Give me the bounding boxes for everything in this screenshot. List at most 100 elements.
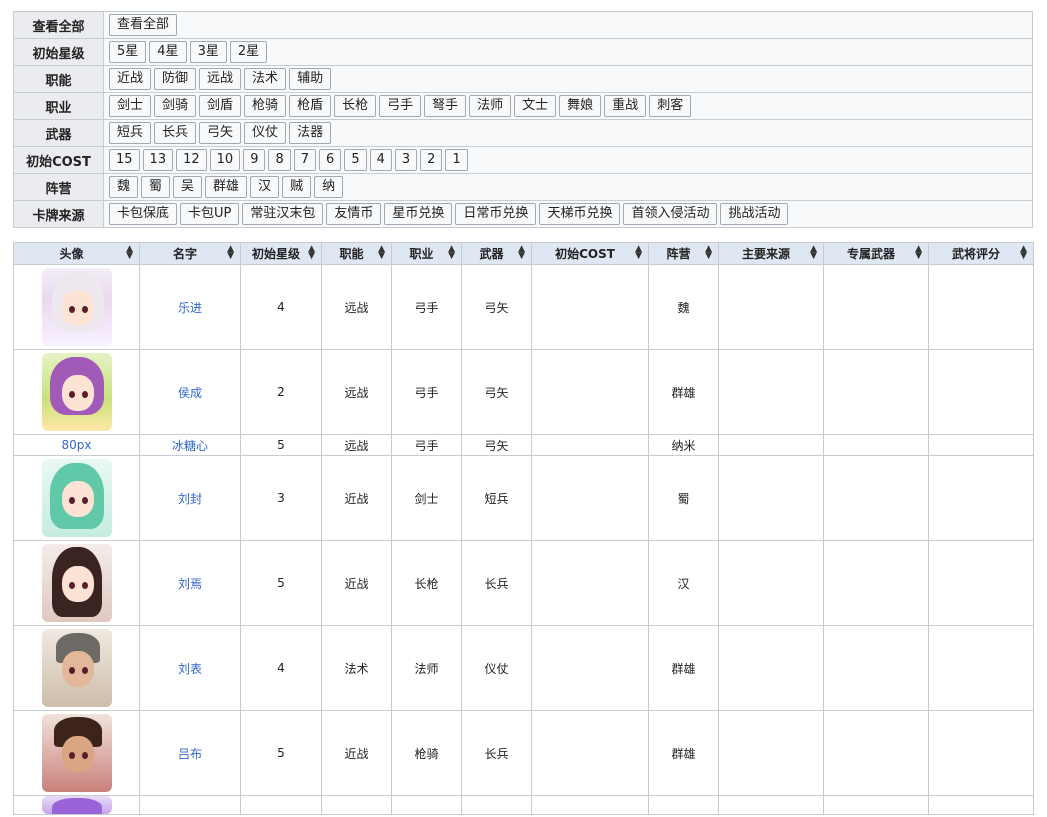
column-header[interactable]: 职能 ▲ ▼: [321, 242, 392, 265]
character-name-link[interactable]: 冰糖心: [172, 439, 208, 453]
cell-star: 4: [240, 625, 322, 711]
cell-star: 3: [240, 455, 322, 541]
filter-button-class[interactable]: 重战: [604, 95, 647, 117]
filter-button-weapon[interactable]: 仪仗: [244, 122, 287, 144]
filter-button-all[interactable]: 查看全部: [109, 14, 178, 36]
column-header[interactable]: 初始COST ▲ ▼: [531, 242, 649, 265]
column-header[interactable]: 职业 ▲ ▼: [391, 242, 462, 265]
column-header[interactable]: 主要来源 ▲ ▼: [718, 242, 824, 265]
filter-button-role[interactable]: 辅助: [289, 68, 332, 90]
filter-button-cost[interactable]: 3: [394, 149, 418, 171]
filter-button-role[interactable]: 防御: [154, 68, 197, 90]
filter-button-cost[interactable]: 8: [268, 149, 291, 171]
filter-button-weapon[interactable]: 长兵: [154, 122, 197, 144]
avatar[interactable]: [41, 714, 112, 792]
filter-button-source[interactable]: 卡包保底: [109, 203, 178, 225]
filter-button-cost[interactable]: 12: [176, 149, 207, 171]
filter-row-role: 职能 近战 防御 远战 法术 辅助: [13, 65, 1033, 93]
filter-button-role[interactable]: 法术: [244, 68, 287, 90]
column-header[interactable]: 头像 ▲ ▼: [13, 242, 140, 265]
filter-button-cost[interactable]: 9: [243, 149, 266, 171]
avatar[interactable]: [41, 629, 112, 707]
filter-button-faction[interactable]: 魏: [109, 176, 139, 198]
filter-button-star[interactable]: 4星: [149, 41, 187, 63]
filter-button-cost[interactable]: 4: [369, 149, 392, 171]
filter-button-cost[interactable]: 1: [445, 149, 468, 171]
filter-button-cost[interactable]: 10: [209, 149, 241, 171]
character-name-link[interactable]: 刘封: [178, 492, 202, 506]
avatar[interactable]: [41, 353, 112, 431]
avatar-cell: [13, 264, 140, 350]
filter-button-class[interactable]: 舞娘: [559, 95, 602, 117]
filter-button-class[interactable]: 枪骑: [244, 95, 287, 117]
filter-button-class[interactable]: 剑士: [109, 95, 152, 117]
column-header[interactable]: 名字 ▲ ▼: [139, 242, 241, 265]
cell-weapon: 弓矢: [461, 349, 532, 435]
column-header[interactable]: 武将评分 ▲ ▼: [928, 242, 1034, 265]
filter-button-class[interactable]: 长枪: [334, 95, 377, 117]
filter-button-source[interactable]: 常驻汉末包: [242, 203, 324, 225]
filter-button-class[interactable]: 刺客: [649, 95, 692, 117]
character-name-link[interactable]: 刘表: [178, 662, 202, 676]
filter-label-cost: 初始COST: [13, 146, 104, 174]
cell-weapon: 短兵: [461, 455, 532, 541]
filter-button-source[interactable]: 挑战活动: [720, 203, 789, 225]
filter-button-cost[interactable]: 15: [109, 149, 140, 171]
avatar[interactable]: [41, 796, 112, 814]
filter-label-star: 初始星级: [13, 38, 104, 66]
filter-button-class[interactable]: 剑盾: [199, 95, 242, 117]
character-name-link[interactable]: 乐进: [178, 301, 202, 315]
filter-button-cost[interactable]: 5: [344, 149, 367, 171]
filter-button-weapon[interactable]: 法器: [289, 122, 332, 144]
filter-button-role[interactable]: 近战: [109, 68, 152, 90]
character-name-link[interactable]: 刘焉: [178, 577, 202, 591]
filter-button-role[interactable]: 远战: [199, 68, 242, 90]
filter-button-weapon[interactable]: 短兵: [109, 122, 152, 144]
filter-button-cost[interactable]: 2: [420, 149, 443, 171]
column-header[interactable]: 武器 ▲ ▼: [461, 242, 532, 265]
column-header[interactable]: 专属武器 ▲ ▼: [823, 242, 929, 265]
filter-button-faction[interactable]: 蜀: [141, 176, 171, 198]
filter-button-class[interactable]: 弩手: [424, 95, 467, 117]
filter-button-source[interactable]: 首领入侵活动: [623, 203, 718, 225]
character-name-link[interactable]: 侯成: [178, 386, 202, 400]
avatar[interactable]: [41, 268, 112, 346]
filter-button-faction[interactable]: 纳: [314, 176, 344, 198]
filter-button-class[interactable]: 文士: [514, 95, 557, 117]
filter-label-weapon: 武器: [13, 119, 104, 147]
filter-button-cost[interactable]: 13: [142, 149, 174, 171]
filter-button-class[interactable]: 枪盾: [289, 95, 332, 117]
filter-button-faction[interactable]: 汉: [250, 176, 280, 198]
filter-button-cost[interactable]: 7: [293, 149, 317, 171]
cell-role: 远战: [321, 264, 392, 350]
avatar[interactable]: [41, 459, 112, 537]
cell-source: [718, 349, 824, 435]
column-header[interactable]: 阵营 ▲ ▼: [648, 242, 719, 265]
cell-cost: [531, 434, 649, 456]
filter-button-class[interactable]: 法师: [469, 95, 512, 117]
filter-button-source[interactable]: 天梯币兑换: [539, 203, 621, 225]
avatar-link[interactable]: 80px: [62, 438, 92, 452]
filter-button-cost[interactable]: 6: [319, 149, 342, 171]
filter-button-faction[interactable]: 贼: [282, 176, 312, 198]
filter-button-star[interactable]: 2星: [229, 41, 268, 63]
filter-button-weapon[interactable]: 弓矢: [199, 122, 242, 144]
table-row: [13, 795, 1034, 815]
filter-button-star[interactable]: 3星: [189, 41, 227, 63]
filter-button-faction[interactable]: 群雄: [205, 176, 248, 198]
filter-button-source[interactable]: 友情币: [326, 203, 382, 225]
character-name-link[interactable]: 吕布: [178, 747, 202, 761]
filter-button-faction[interactable]: 吴: [173, 176, 203, 198]
filter-button-star[interactable]: 5星: [109, 41, 147, 63]
filter-button-source[interactable]: 星币兑换: [384, 203, 453, 225]
filter-button-source[interactable]: 日常币兑换: [455, 203, 537, 225]
filter-button-source[interactable]: 卡包UP: [180, 203, 240, 225]
cell-star: 5: [240, 434, 322, 456]
column-header[interactable]: 初始星级 ▲ ▼: [240, 242, 322, 265]
cell-role: 近战: [321, 455, 392, 541]
filter-button-class[interactable]: 弓手: [379, 95, 422, 117]
sort-both-icon: ▲ ▼: [810, 244, 817, 261]
cell-role: 远战: [321, 434, 392, 456]
avatar[interactable]: [41, 544, 112, 622]
filter-button-class[interactable]: 剑骑: [154, 95, 197, 117]
